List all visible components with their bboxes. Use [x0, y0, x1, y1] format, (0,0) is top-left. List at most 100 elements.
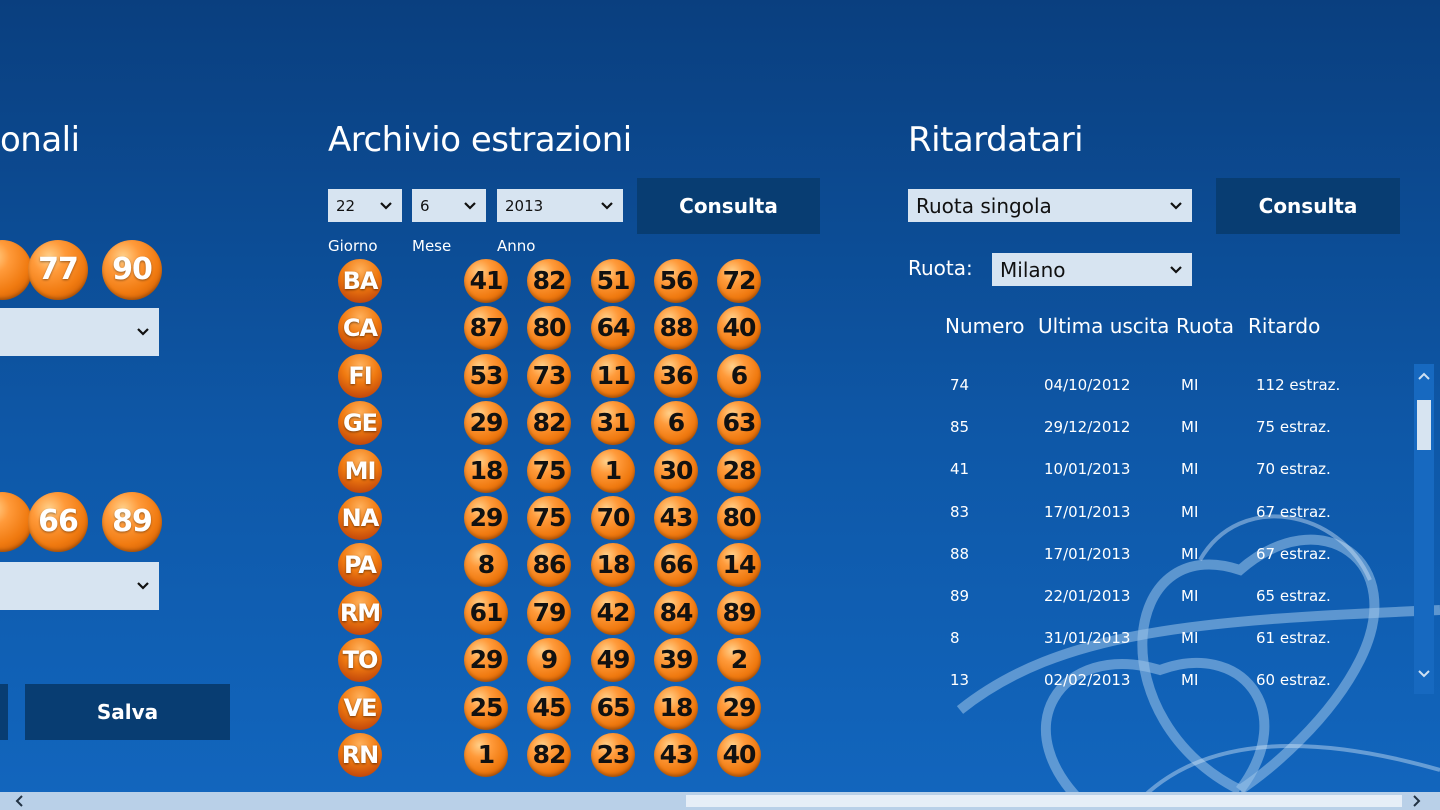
city-badge: PA	[338, 543, 382, 587]
drawn-number-ball: 6	[654, 401, 698, 445]
cell-numero: 88	[950, 545, 970, 563]
cell-numero: 8	[950, 629, 960, 647]
vertical-scroll-thumb[interactable]	[1417, 400, 1431, 450]
horizontal-scroll-thumb[interactable]	[686, 795, 1402, 807]
drawn-number-ball: 29	[464, 638, 508, 682]
chevron-down-icon	[380, 201, 392, 210]
cell-ultima-uscita: 02/02/2013	[1044, 671, 1131, 689]
horizontal-scrollbar[interactable]	[0, 792, 1440, 810]
cell-ritardo: 61 estraz.	[1256, 629, 1331, 647]
header-ruota: Ruota	[1176, 314, 1235, 338]
left-dropdown-1[interactable]	[0, 308, 159, 356]
section-title-archive: Archivio estrazioni	[328, 120, 632, 160]
chevron-right-icon[interactable]	[1410, 795, 1422, 807]
city-badge: CA	[338, 306, 382, 350]
drawn-number-ball: 43	[654, 733, 698, 777]
chevron-down-icon[interactable]	[1418, 668, 1430, 680]
drawn-number-ball: 64	[591, 306, 635, 350]
drawn-number-ball: 18	[464, 449, 508, 493]
drawn-number-ball: 6	[717, 354, 761, 398]
month-select[interactable]: 6	[412, 189, 486, 222]
lotto-ball: 66	[28, 492, 88, 552]
drawn-number-ball: 63	[717, 401, 761, 445]
drawn-number-ball: 61	[464, 591, 508, 635]
cell-numero: 41	[950, 460, 970, 478]
drawn-number-ball: 14	[717, 543, 761, 587]
lotto-ball: 89	[102, 492, 162, 552]
cell-ruota: MI	[1181, 376, 1199, 394]
city-badge: FI	[338, 354, 382, 398]
drawn-number-ball: 9	[527, 638, 571, 682]
salva-button[interactable]: Salva	[25, 684, 230, 740]
cell-numero: 83	[950, 503, 970, 521]
city-badge: RM	[338, 591, 382, 635]
drawn-number-ball: 82	[527, 259, 571, 303]
day-value: 22	[336, 196, 356, 215]
drawn-number-ball: 73	[527, 354, 571, 398]
header-ultima-uscita: Ultima uscita	[1038, 314, 1170, 338]
chevron-up-icon[interactable]	[1418, 370, 1430, 382]
drawn-number-ball: 2	[717, 638, 761, 682]
month-label: Mese	[412, 237, 452, 255]
drawn-number-ball: 43	[654, 496, 698, 540]
cell-ruota: MI	[1181, 587, 1199, 605]
drawn-number-ball: 31	[591, 401, 635, 445]
city-badge: VE	[338, 686, 382, 730]
drawn-number-ball: 30	[654, 449, 698, 493]
ritardatari-consulta-button[interactable]: Consulta	[1216, 178, 1400, 234]
left-button-partial[interactable]	[0, 684, 8, 740]
drawn-number-ball: 11	[591, 354, 635, 398]
drawn-number-ball: 18	[654, 686, 698, 730]
cell-ritardo: 65 estraz.	[1256, 587, 1331, 605]
cell-ultima-uscita: 04/10/2012	[1044, 376, 1131, 394]
chevron-down-icon	[1170, 265, 1182, 274]
cell-numero: 74	[950, 376, 970, 394]
ruota-value: Milano	[1000, 257, 1066, 282]
drawn-number-ball: 1	[591, 449, 635, 493]
month-value: 6	[420, 196, 430, 215]
drawn-number-ball: 75	[527, 449, 571, 493]
drawn-number-ball: 42	[591, 591, 635, 635]
drawn-number-ball: 53	[464, 354, 508, 398]
drawn-number-ball: 82	[527, 401, 571, 445]
drawn-number-ball: 45	[527, 686, 571, 730]
chevron-left-icon[interactable]	[14, 795, 26, 807]
drawn-number-ball: 41	[464, 259, 508, 303]
section-title-left: onali	[0, 120, 80, 160]
cell-ritardo: 75 estraz.	[1256, 418, 1331, 436]
mode-select[interactable]: Ruota singola	[908, 189, 1192, 222]
vertical-scrollbar[interactable]	[1414, 364, 1434, 694]
section-title-ritardatari: Ritardatari	[908, 120, 1084, 160]
drawn-number-ball: 29	[464, 496, 508, 540]
drawn-number-ball: 28	[717, 449, 761, 493]
header-ritardo: Ritardo	[1248, 314, 1321, 338]
drawn-number-ball: 89	[717, 591, 761, 635]
left-dropdown-2[interactable]	[0, 562, 159, 610]
cell-ultima-uscita: 31/01/2013	[1044, 629, 1131, 647]
ruota-label: Ruota:	[908, 256, 973, 280]
drawn-number-ball: 86	[527, 543, 571, 587]
year-value: 2013	[505, 196, 544, 215]
year-select[interactable]: 2013	[497, 189, 623, 222]
cell-ultima-uscita: 17/01/2013	[1044, 545, 1131, 563]
city-badge: TO	[338, 638, 382, 682]
drawn-number-ball: 1	[464, 733, 508, 777]
drawn-number-ball: 80	[527, 306, 571, 350]
drawn-number-ball: 72	[717, 259, 761, 303]
day-label: Giorno	[328, 237, 378, 255]
cell-ultima-uscita: 22/01/2013	[1044, 587, 1131, 605]
drawn-number-ball: 75	[527, 496, 571, 540]
chevron-down-icon	[601, 201, 613, 210]
drawn-number-ball: 51	[591, 259, 635, 303]
archive-consulta-button[interactable]: Consulta	[637, 178, 820, 234]
city-badge: RN	[338, 733, 382, 777]
cell-ultima-uscita: 17/01/2013	[1044, 503, 1131, 521]
drawn-number-ball: 88	[654, 306, 698, 350]
day-select[interactable]: 22	[328, 189, 402, 222]
drawn-number-ball: 79	[527, 591, 571, 635]
cell-numero: 85	[950, 418, 970, 436]
ruota-select[interactable]: Milano	[992, 253, 1192, 286]
chevron-down-icon	[137, 582, 149, 590]
lotto-ball: 77	[28, 240, 88, 300]
lotto-ball: 90	[102, 240, 162, 300]
